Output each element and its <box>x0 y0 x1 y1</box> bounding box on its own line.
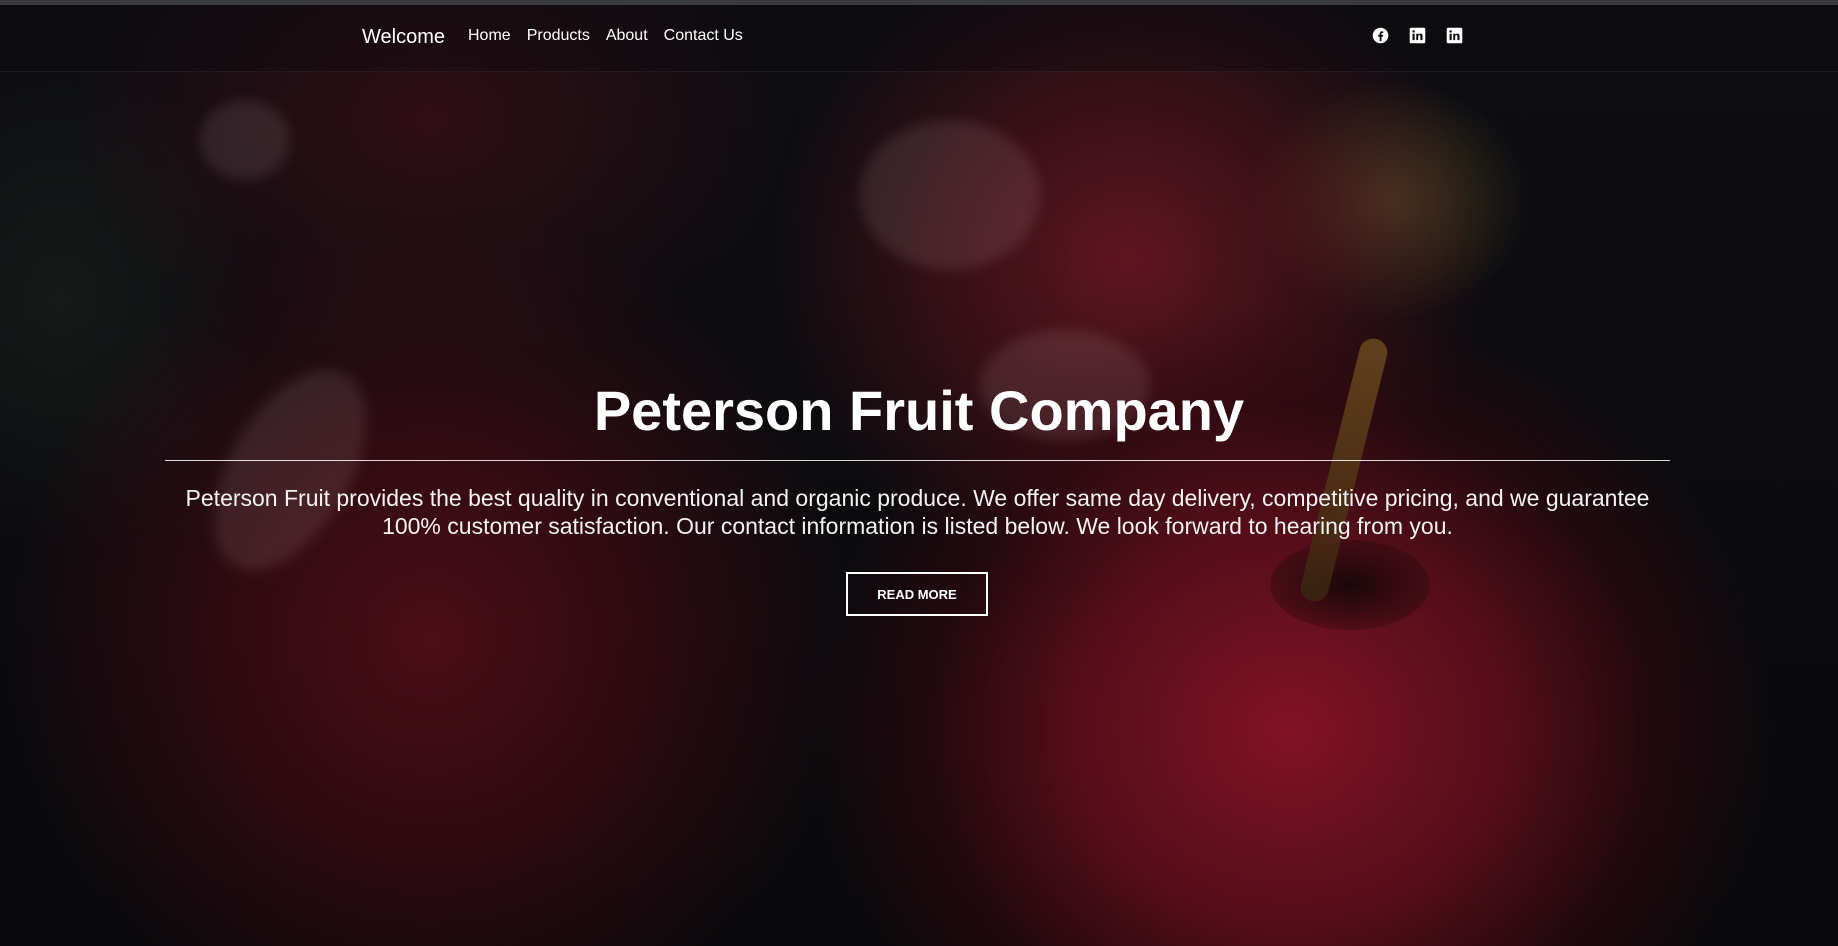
hero-title: Peterson Fruit Company <box>593 379 1245 442</box>
hero-description: Peterson Fruit provides the best quality… <box>185 485 1650 539</box>
nav-link-about[interactable]: About <box>606 27 648 45</box>
linkedin-icon[interactable] <box>1446 27 1463 44</box>
linkedin-icon[interactable] <box>1409 27 1426 44</box>
apple-highlight <box>860 120 1040 270</box>
hero-divider <box>165 460 1670 461</box>
apple-highlight <box>200 100 290 180</box>
nav-link-products[interactable]: Products <box>527 27 590 45</box>
nav-link-contact-us[interactable]: Contact Us <box>664 27 743 45</box>
brand-link[interactable]: Welcome <box>362 26 445 49</box>
page: Welcome Home Products About Contact Us P… <box>0 0 1838 946</box>
nav-links: Home Products About Contact Us <box>468 27 743 45</box>
facebook-icon[interactable] <box>1372 27 1389 44</box>
read-more-button[interactable]: READ MORE <box>846 572 988 616</box>
apple-cavity <box>1270 540 1430 630</box>
social-links <box>1372 27 1463 44</box>
hero-background-image <box>0 0 1838 946</box>
navbar: Welcome Home Products About Contact Us <box>0 5 1838 72</box>
nav-link-home[interactable]: Home <box>468 27 511 45</box>
